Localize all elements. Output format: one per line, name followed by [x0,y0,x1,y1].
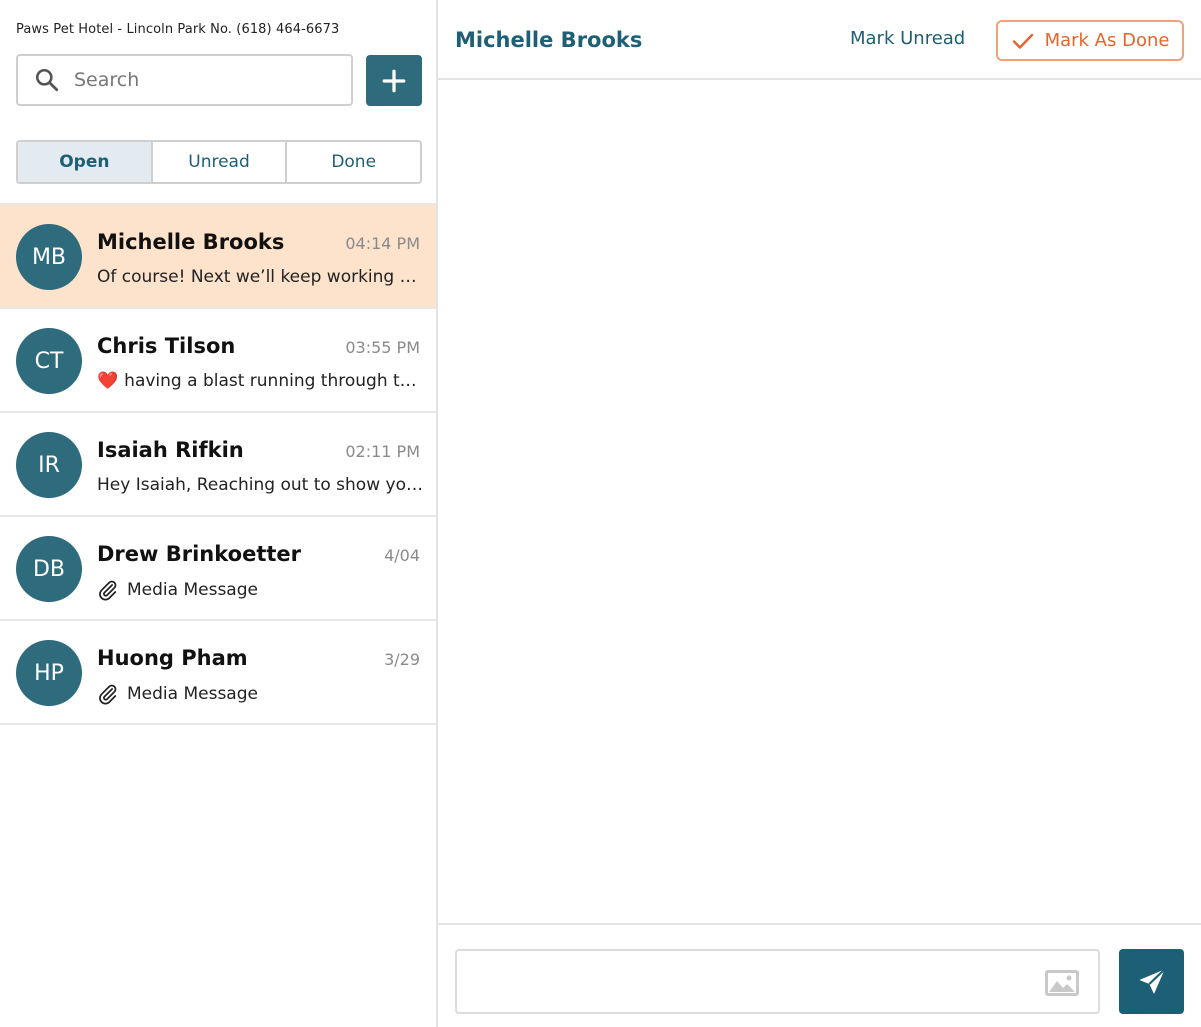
conversation-list: MB Michelle Brooks 04:14 PM Of course! N… [0,203,436,725]
message-time: 04:14 PM [345,234,420,253]
avatar: IR [16,432,82,498]
conversation-panel: Michelle Brooks Mark Unread Mark As Done [438,0,1201,1027]
search-icon [35,68,59,92]
conversation-item[interactable]: CT Chris Tilson 03:55 PM ❤️ having a bla… [0,309,436,413]
paperclip-icon [99,580,117,601]
send-icon [1138,968,1165,994]
conversation-item[interactable]: DB Drew Brinkoetter 4/04 Media Message [0,517,436,621]
tab-unread[interactable]: Unread [153,142,288,182]
message-preview: ❤️ having a blast running through the fi… [97,371,423,391]
search-input[interactable] [74,69,324,91]
message-preview: Hey Isaiah, Reaching out to show you how… [97,475,423,495]
preview-text: Media Message [127,684,258,704]
avatar: MB [16,224,82,290]
send-button[interactable] [1119,949,1184,1014]
preview-text: Hey Isaiah, Reaching out to show you how… [97,475,423,495]
avatar: CT [16,328,82,394]
avatar: HP [16,640,82,706]
contact-name: Michelle Brooks [97,230,285,254]
mark-unread-button[interactable]: Mark Unread [850,28,965,49]
business-info: Paws Pet Hotel - Lincoln Park No. (618) … [16,22,340,37]
plus-icon [382,69,406,92]
message-time: 02:11 PM [345,442,420,461]
conversation-item[interactable]: HP Huong Pham 3/29 Media Message [0,621,436,725]
conversation-title: Michelle Brooks [455,28,643,52]
message-time: 4/04 [384,546,420,565]
message-preview: Media Message [97,683,423,705]
conversation-header: Michelle Brooks Mark Unread Mark As Done [438,0,1201,80]
contact-name: Chris Tilson [97,334,236,358]
preview-text: Of course! Next we’ll keep working on ma… [97,267,423,287]
search-box[interactable] [16,54,353,106]
preview-text: having a blast running through the field [124,371,423,391]
message-preview: Media Message [97,579,423,601]
tab-open[interactable]: Open [18,142,153,182]
message-input-box[interactable] [455,949,1100,1014]
add-conversation-button[interactable] [366,55,422,106]
message-time: 3/29 [384,650,420,669]
message-composer [438,923,1201,1027]
contact-name: Huong Pham [97,646,248,670]
message-input[interactable] [457,951,1098,1012]
message-time: 03:55 PM [345,338,420,357]
contact-name: Drew Brinkoetter [97,542,302,566]
mark-as-done-label: Mark As Done [1044,30,1170,51]
checkmark-icon [1012,33,1033,49]
tab-done[interactable]: Done [287,142,420,182]
filter-tabs: Open Unread Done [16,140,422,184]
message-preview: Of course! Next we’ll keep working on ma… [97,267,423,287]
contact-name: Isaiah Rifkin [97,438,244,462]
conversation-item[interactable]: IR Isaiah Rifkin 02:11 PM Hey Isaiah, Re… [0,413,436,517]
avatar: DB [16,536,82,602]
conversation-sidebar: Paws Pet Hotel - Lincoln Park No. (618) … [0,0,438,1027]
mark-as-done-button[interactable]: Mark As Done [996,20,1184,61]
heart-icon: ❤️ [97,371,119,391]
paperclip-icon [99,684,117,705]
preview-text: Media Message [127,580,258,600]
image-attach-icon[interactable] [1044,969,1080,997]
conversation-item[interactable]: MB Michelle Brooks 04:14 PM Of course! N… [0,205,436,309]
